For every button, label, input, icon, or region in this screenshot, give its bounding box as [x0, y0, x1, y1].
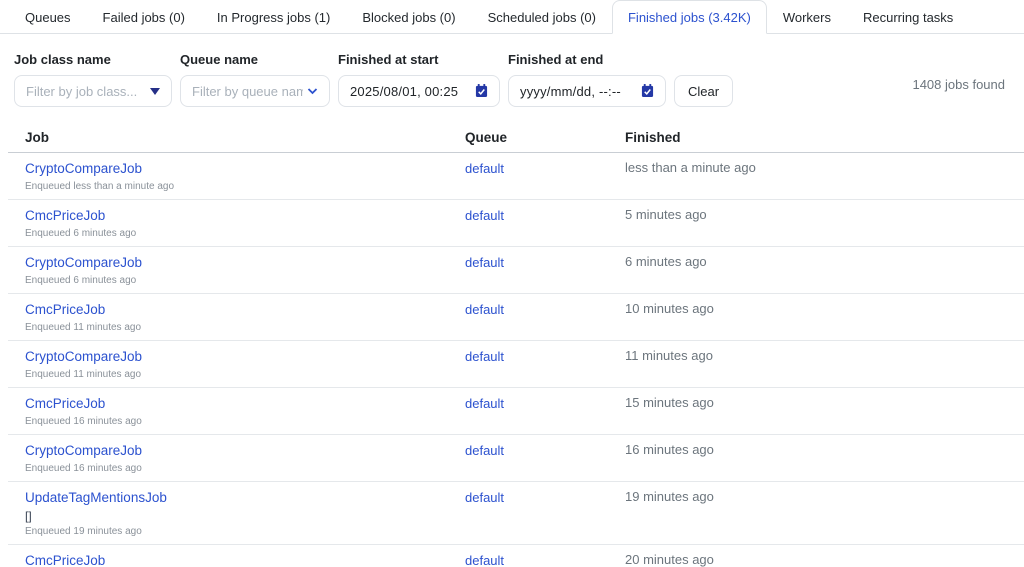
queue-link[interactable]: default: [465, 161, 504, 176]
filter-bar: Job class name Filter by job class... Qu…: [0, 34, 1024, 107]
queue-placeholder: Filter by queue name.: [192, 84, 303, 99]
enqueued-text: Enqueued 6 minutes ago: [25, 228, 465, 240]
queue-link[interactable]: default: [465, 490, 504, 505]
tab[interactable]: Blocked jobs (0): [346, 0, 471, 34]
calendar-icon[interactable]: [641, 84, 654, 98]
queue-link[interactable]: default: [465, 255, 504, 270]
tab[interactable]: In Progress jobs (1): [201, 0, 346, 34]
finished-end-placeholder: yyyy/mm/dd, --:--: [520, 84, 635, 99]
calendar-icon[interactable]: [475, 84, 488, 98]
finished-time: 5 minutes ago: [625, 200, 1024, 246]
job-link[interactable]: CryptoCompareJob: [25, 161, 142, 176]
job-link[interactable]: UpdateTagMentionsJob: [25, 490, 167, 505]
jobs-table: Job Queue Finished CryptoCompareJob Enqu…: [8, 118, 1024, 567]
table-row: CryptoCompareJob Enqueued 16 minutes ago…: [8, 435, 1024, 482]
tab[interactable]: Scheduled jobs (0): [472, 0, 612, 34]
table-row: CmcPriceJob Enqueued 21 minutes ago defa…: [8, 545, 1024, 567]
tab-label: Blocked jobs (0): [362, 10, 455, 25]
chevron-down-icon: [307, 87, 318, 95]
table-row: CmcPriceJob Enqueued 6 minutes ago defau…: [8, 200, 1024, 247]
finished-time: 19 minutes ago: [625, 482, 1024, 544]
finished-time: 11 minutes ago: [625, 341, 1024, 387]
enqueued-text: Enqueued less than a minute ago: [25, 181, 465, 193]
table-header: Job Queue Finished: [8, 118, 1024, 153]
job-link[interactable]: CmcPriceJob: [25, 396, 105, 411]
finished-time: less than a minute ago: [625, 153, 1024, 199]
table-row: CryptoCompareJob Enqueued 11 minutes ago…: [8, 341, 1024, 388]
job-link[interactable]: CryptoCompareJob: [25, 255, 142, 270]
enqueued-text: Enqueued 19 minutes ago: [25, 526, 465, 538]
tab-label: Queues: [25, 10, 71, 25]
queue-label: Queue name: [180, 53, 330, 66]
table-row: CryptoCompareJob Enqueued less than a mi…: [8, 153, 1024, 200]
column-header-queue: Queue: [465, 118, 625, 152]
tab-bar: Queues Failed jobs (0) In Progress jobs …: [0, 0, 1024, 34]
job-class-select[interactable]: Filter by job class...: [14, 75, 172, 107]
caret-down-icon: [150, 88, 160, 95]
finished-start-filter: Finished at start 2025/08/01, 00:25: [338, 53, 500, 107]
tab-label: Recurring tasks: [863, 10, 953, 25]
finished-time: 10 minutes ago: [625, 294, 1024, 340]
tab-label: Scheduled jobs (0): [488, 10, 596, 25]
enqueued-text: Enqueued 11 minutes ago: [25, 369, 465, 381]
enqueued-text: Enqueued 6 minutes ago: [25, 275, 465, 287]
queue-filter: Queue name Filter by queue name.: [180, 53, 330, 107]
queue-link[interactable]: default: [465, 302, 504, 317]
job-class-label: Job class name: [14, 53, 172, 66]
queue-link[interactable]: default: [465, 208, 504, 223]
job-class-placeholder: Filter by job class...: [26, 84, 144, 99]
queue-link[interactable]: default: [465, 396, 504, 411]
finished-time: 15 minutes ago: [625, 388, 1024, 434]
finished-time: 20 minutes ago: [625, 545, 1024, 567]
tab-label: Finished jobs (3.42K): [628, 10, 751, 25]
tab[interactable]: Recurring tasks: [847, 0, 969, 34]
finished-start-value: 2025/08/01, 00:25: [350, 84, 469, 99]
clear-button[interactable]: Clear: [674, 75, 733, 107]
enqueued-text: Enqueued 16 minutes ago: [25, 463, 465, 475]
tab[interactable]: Workers: [767, 0, 847, 34]
finished-time: 6 minutes ago: [625, 247, 1024, 293]
tab[interactable]: Failed jobs (0): [87, 0, 201, 34]
job-link[interactable]: CryptoCompareJob: [25, 349, 142, 364]
column-header-finished: Finished: [625, 118, 1024, 152]
job-link[interactable]: CmcPriceJob: [25, 553, 105, 567]
finished-end-input[interactable]: yyyy/mm/dd, --:--: [508, 75, 666, 107]
tab-label: Failed jobs (0): [103, 10, 185, 25]
job-class-filter: Job class name Filter by job class...: [14, 53, 172, 107]
queue-link[interactable]: default: [465, 553, 504, 567]
finished-start-input[interactable]: 2025/08/01, 00:25: [338, 75, 500, 107]
enqueued-text: Enqueued 16 minutes ago: [25, 416, 465, 428]
table-row: CmcPriceJob Enqueued 11 minutes ago defa…: [8, 294, 1024, 341]
tab-label: In Progress jobs (1): [217, 10, 330, 25]
job-link[interactable]: CmcPriceJob: [25, 302, 105, 317]
enqueued-text: Enqueued 11 minutes ago: [25, 322, 465, 334]
column-header-job: Job: [8, 118, 465, 152]
tab[interactable]: Queues: [9, 0, 87, 34]
finished-end-filter: Finished at end yyyy/mm/dd, --:--: [508, 53, 666, 107]
table-body: CryptoCompareJob Enqueued less than a mi…: [8, 153, 1024, 567]
table-row: UpdateTagMentionsJob [] Enqueued 19 minu…: [8, 482, 1024, 545]
job-link[interactable]: CmcPriceJob: [25, 208, 105, 223]
finished-start-label: Finished at start: [338, 53, 500, 66]
tab-active[interactable]: Finished jobs (3.42K): [612, 0, 767, 34]
finished-time: 16 minutes ago: [625, 435, 1024, 481]
queue-link[interactable]: default: [465, 443, 504, 458]
job-link[interactable]: CryptoCompareJob: [25, 443, 142, 458]
clear-group: Clear: [674, 53, 733, 107]
results-count: 1408 jobs found: [912, 77, 1005, 92]
table-row: CmcPriceJob Enqueued 16 minutes ago defa…: [8, 388, 1024, 435]
queue-select[interactable]: Filter by queue name.: [180, 75, 330, 107]
table-row: CryptoCompareJob Enqueued 6 minutes ago …: [8, 247, 1024, 294]
queue-link[interactable]: default: [465, 349, 504, 364]
tab-label: Workers: [783, 10, 831, 25]
job-args: []: [25, 509, 465, 523]
finished-end-label: Finished at end: [508, 53, 666, 66]
